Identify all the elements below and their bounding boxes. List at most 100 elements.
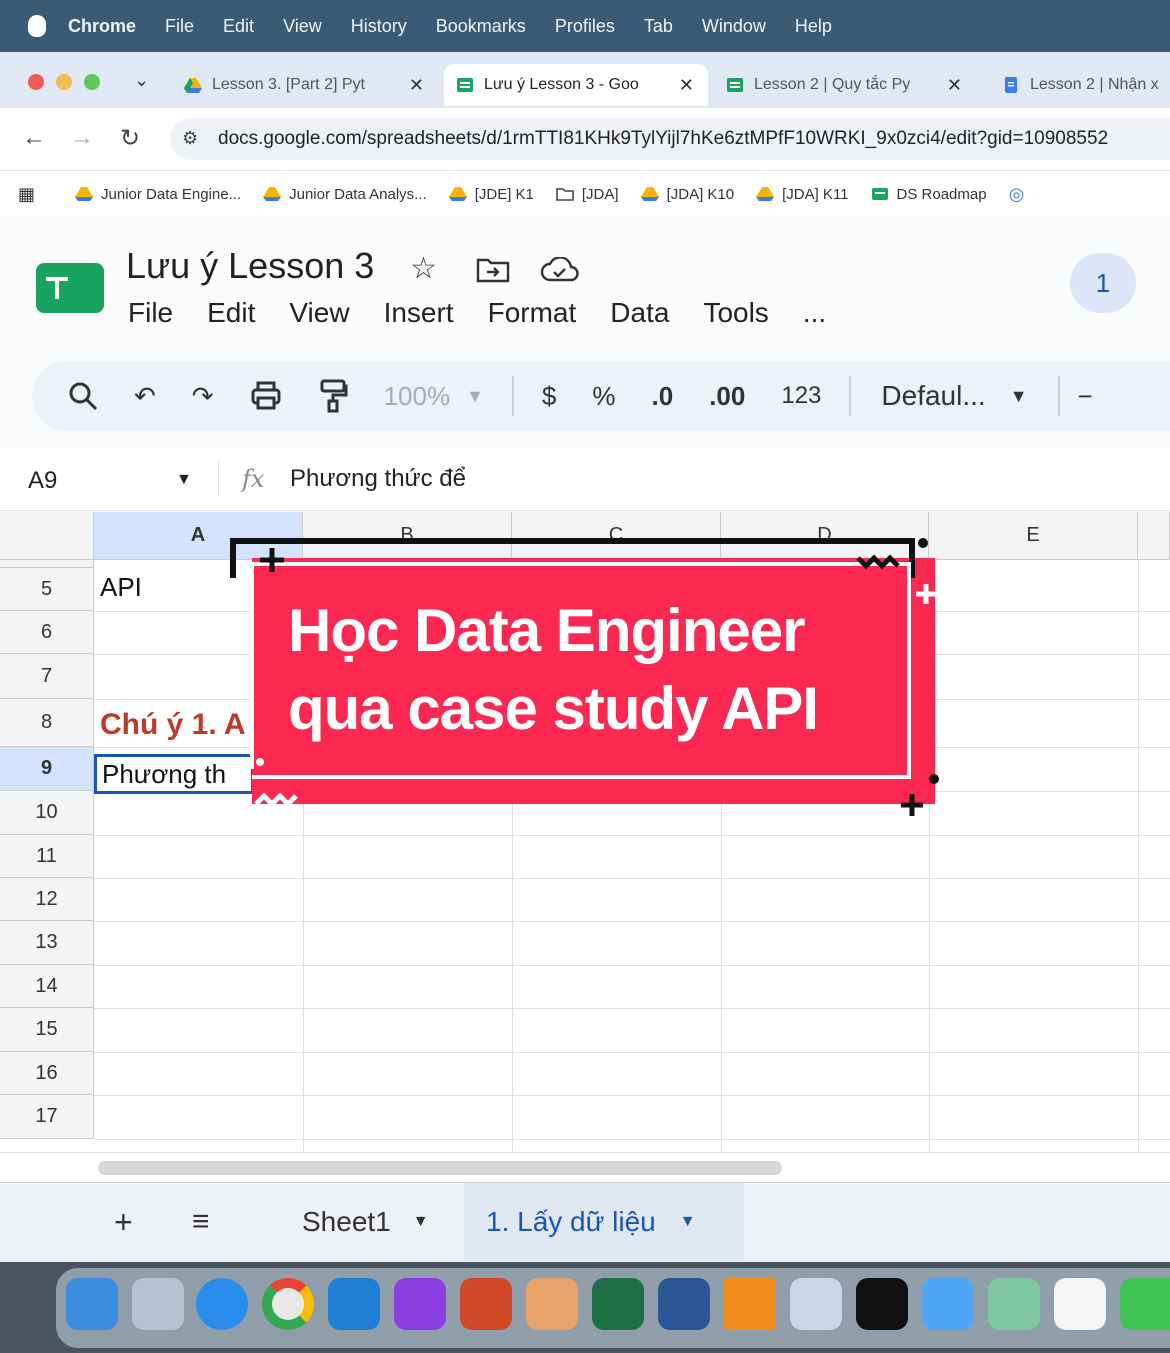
- decrease-decimal-button[interactable]: .0: [652, 381, 674, 412]
- undo-icon[interactable]: ↶: [134, 381, 156, 412]
- sheets-menu-edit[interactable]: Edit: [207, 297, 255, 329]
- word-icon[interactable]: [658, 1278, 710, 1330]
- sheets-menu-format[interactable]: Format: [488, 297, 577, 329]
- font-select[interactable]: Defaul...: [881, 380, 985, 412]
- row-header[interactable]: 12: [0, 878, 94, 921]
- close-window-icon[interactable]: [28, 74, 44, 90]
- print-icon[interactable]: [250, 381, 282, 411]
- menu-view[interactable]: View: [283, 16, 322, 37]
- cloud-saved-icon[interactable]: [540, 257, 580, 283]
- vscode-icon[interactable]: [328, 1278, 380, 1330]
- bookmark-item[interactable]: DS Roadmap: [871, 186, 987, 203]
- tab-lesson2-quy-tac[interactable]: Lesson 2 | Quy tắc Py ✕: [714, 64, 976, 106]
- tab-close-icon[interactable]: ✕: [409, 75, 424, 96]
- finder-icon[interactable]: [66, 1278, 118, 1330]
- menu-file[interactable]: File: [165, 16, 194, 37]
- currency-format-button[interactable]: $: [542, 381, 556, 412]
- minimize-window-icon[interactable]: [56, 74, 72, 90]
- row-header[interactable]: 16: [0, 1052, 94, 1095]
- row-header[interactable]: 14: [0, 965, 94, 1008]
- sheets-menu-view[interactable]: View: [289, 297, 349, 329]
- row-header[interactable]: 9: [0, 747, 94, 791]
- document-title[interactable]: Lưu ý Lesson 3: [126, 245, 374, 287]
- search-icon[interactable]: [68, 381, 98, 411]
- star-icon[interactable]: ☆: [410, 251, 437, 286]
- powerpoint-icon[interactable]: [460, 1278, 512, 1330]
- formula-input[interactable]: Phương thức để: [290, 465, 466, 493]
- sheet-tab-sheet1[interactable]: Sheet1 ▼: [282, 1183, 452, 1261]
- percent-format-button[interactable]: %: [592, 381, 615, 412]
- safari-icon[interactable]: [196, 1278, 248, 1330]
- terminal-icon[interactable]: [856, 1278, 908, 1330]
- row-header[interactable]: 7: [0, 654, 94, 699]
- wps-icon[interactable]: [394, 1278, 446, 1330]
- lens-icon[interactable]: ◎: [1009, 184, 1025, 205]
- database-icon[interactable]: [790, 1278, 842, 1330]
- name-box[interactable]: A9: [28, 467, 57, 495]
- sheets-menu-more[interactable]: ...: [803, 297, 826, 329]
- sheets-menu-data[interactable]: Data: [610, 297, 669, 329]
- row-header[interactable]: 8: [0, 699, 94, 747]
- horizontal-scrollbar[interactable]: [0, 1152, 1170, 1182]
- font-size-decrease-icon[interactable]: −: [1078, 381, 1093, 412]
- bookmark-item[interactable]: [JDA] K10: [640, 186, 734, 203]
- apps-grid-icon[interactable]: ▦: [18, 184, 35, 205]
- tab-luu-y-lesson3[interactable]: Lưu ý Lesson 3 - Goo ✕: [444, 64, 708, 106]
- mail-icon[interactable]: [922, 1278, 974, 1330]
- select-all-corner[interactable]: [0, 512, 94, 560]
- sheets-logo-icon[interactable]: [36, 263, 104, 313]
- name-box-dropdown-icon[interactable]: ▼: [176, 471, 192, 489]
- sheet-tab-lay-du-lieu[interactable]: 1. Lấy dữ liệu ▼: [464, 1183, 744, 1261]
- bookmark-item[interactable]: Junior Data Engine...: [75, 186, 241, 203]
- cell-a5[interactable]: API: [100, 572, 142, 603]
- row-header[interactable]: 10: [0, 791, 94, 835]
- zoom-window-icon[interactable]: [84, 74, 100, 90]
- reload-icon[interactable]: ↻: [120, 124, 140, 153]
- row-header[interactable]: 11: [0, 835, 94, 878]
- row-header[interactable]: 13: [0, 921, 94, 965]
- menu-window[interactable]: Window: [702, 16, 766, 37]
- menu-bookmarks[interactable]: Bookmarks: [436, 16, 526, 37]
- scrollbar-thumb[interactable]: [98, 1161, 782, 1175]
- redo-icon[interactable]: ↷: [192, 381, 214, 412]
- menu-help[interactable]: Help: [795, 16, 832, 37]
- back-icon[interactable]: ←: [22, 124, 46, 152]
- row-header[interactable]: 15: [0, 1008, 94, 1052]
- tab-close-icon[interactable]: ✕: [679, 75, 694, 96]
- bookmark-item[interactable]: [JDA]: [556, 186, 619, 203]
- avatar[interactable]: 1: [1070, 253, 1136, 313]
- bookmark-item[interactable]: Junior Data Analys...: [263, 186, 427, 203]
- vlc-icon[interactable]: [724, 1278, 776, 1330]
- sheets-menu-file[interactable]: File: [128, 297, 173, 329]
- photos-icon[interactable]: [1054, 1278, 1106, 1330]
- sheet-menu-chevron-icon[interactable]: ▼: [680, 1213, 696, 1231]
- row-header[interactable]: 6: [0, 611, 94, 654]
- zoom-dropdown-icon[interactable]: ▼: [466, 386, 484, 407]
- number-format-button[interactable]: 123: [781, 382, 821, 410]
- chrome-icon[interactable]: [262, 1278, 314, 1330]
- increase-decimal-button[interactable]: .00: [709, 381, 745, 412]
- bookmark-item[interactable]: [JDE] K1: [448, 186, 534, 203]
- apple-icon[interactable]: [28, 15, 46, 37]
- url-field[interactable]: ⚙ docs.google.com/spreadsheets/d/1rmTTI8…: [170, 118, 1170, 160]
- facetime-icon[interactable]: [1120, 1278, 1170, 1330]
- excel-icon[interactable]: [592, 1278, 644, 1330]
- menu-profiles[interactable]: Profiles: [555, 16, 615, 37]
- paint-format-icon[interactable]: [318, 379, 348, 413]
- tab-lesson3-part2[interactable]: Lesson 3. [Part 2] Pyt ✕: [172, 64, 438, 106]
- sheet-menu-chevron-icon[interactable]: ▼: [413, 1213, 429, 1231]
- tab-search-chevron-icon[interactable]: ⌄: [134, 70, 149, 91]
- menu-app-name[interactable]: Chrome: [68, 16, 136, 37]
- tab-lesson2-nhan-xet[interactable]: Lesson 2 | Nhận x: [990, 64, 1170, 106]
- move-folder-icon[interactable]: [476, 257, 510, 283]
- site-settings-icon[interactable]: ⚙: [182, 128, 198, 149]
- column-header-e[interactable]: E: [929, 512, 1138, 560]
- column-header-f[interactable]: [1138, 512, 1170, 560]
- cell-a8[interactable]: Chú ý 1. A: [100, 708, 246, 742]
- claude-icon[interactable]: [526, 1278, 578, 1330]
- bookmark-item[interactable]: [JDA] K11: [756, 186, 849, 203]
- menu-edit[interactable]: Edit: [223, 16, 254, 37]
- menu-tab[interactable]: Tab: [644, 16, 673, 37]
- launchpad-icon[interactable]: [132, 1278, 184, 1330]
- tab-close-icon[interactable]: ✕: [947, 75, 962, 96]
